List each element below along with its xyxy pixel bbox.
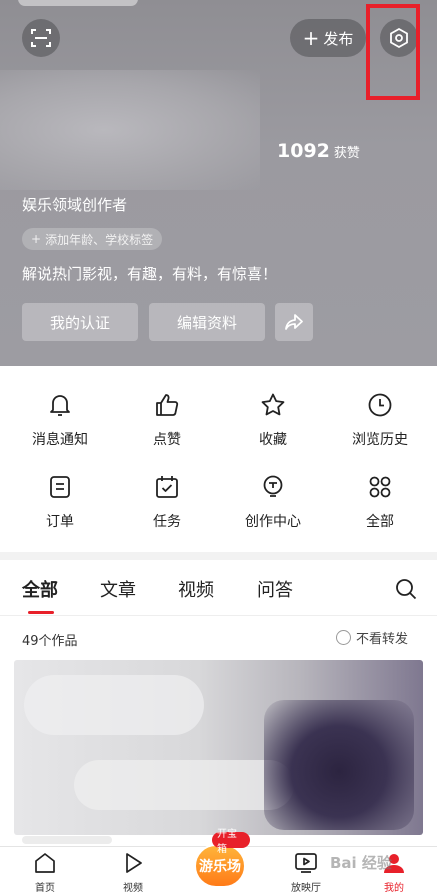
grid-item-creator-center[interactable]: 创作中心 [223, 472, 323, 531]
nav-label: 放映厅 [291, 883, 321, 894]
treasure-tag: 开宝箱 [212, 829, 250, 855]
grid-item-label: 消息通知 [32, 432, 88, 448]
blurred-text [24, 675, 204, 735]
quick-actions-grid: 消息通知 点赞 收藏 浏览历史 订单 任务 创作中心 全部 [0, 366, 437, 552]
search-icon[interactable] [394, 577, 418, 601]
nav-label: 首页 [35, 883, 55, 894]
bell-icon [45, 390, 75, 420]
edit-profile-button[interactable]: 编辑资料 [149, 303, 265, 341]
share-button[interactable] [275, 303, 313, 341]
tab-videos[interactable]: 视频 [178, 576, 214, 602]
tab-all[interactable]: 全部 [22, 576, 58, 602]
bulb-icon [258, 472, 288, 502]
no-repost-label: 不看转发 [356, 632, 409, 647]
tv-icon [293, 850, 319, 876]
likes-stat[interactable]: 1092 获赞 [277, 140, 360, 162]
no-repost-toggle[interactable]: 不看转发 [336, 628, 408, 647]
grid-item-notifications[interactable]: 消息通知 [10, 390, 110, 449]
profile-bio: 解说热门影视，有趣，有料，有惊喜！ [22, 265, 278, 283]
blurred-text [74, 760, 294, 810]
post-thumbnail [264, 700, 414, 830]
plus-icon: + [31, 232, 42, 246]
grid-item-tasks[interactable]: 任务 [117, 472, 217, 531]
likes-label: 获赞 [333, 146, 360, 161]
grid-item-likes[interactable]: 点赞 [117, 390, 217, 449]
home-icon [32, 850, 58, 876]
grid-item-label: 任务 [153, 514, 181, 530]
grid-item-all[interactable]: 全部 [330, 472, 430, 531]
watermark: Bai 经验 [330, 854, 392, 872]
order-icon [45, 472, 75, 502]
game-center-button[interactable]: 游乐场 开宝箱 [190, 829, 250, 888]
tab-articles[interactable]: 文章 [100, 576, 136, 602]
grid-icon [365, 472, 395, 502]
plus-icon: + [302, 26, 320, 50]
grid-item-label: 全部 [366, 514, 394, 530]
works-count: 49个作品 [22, 634, 78, 649]
status-bar [18, 0, 138, 6]
clock-icon [365, 390, 395, 420]
avatar-blurred[interactable] [0, 70, 260, 190]
grid-item-label: 浏览历史 [352, 432, 408, 448]
grid-item-orders[interactable]: 订单 [10, 472, 110, 531]
grid-item-label: 订单 [46, 514, 74, 530]
content-tabs: 全部 文章 视频 问答 [0, 560, 437, 616]
nav-label: 我的 [384, 883, 404, 894]
add-tag-chip[interactable]: + 添加年龄、学校标签 [22, 228, 163, 250]
nav-label: 视频 [123, 883, 143, 894]
grid-item-history[interactable]: 浏览历史 [330, 390, 430, 449]
scan-button[interactable] [22, 19, 60, 57]
thumbs-up-icon [152, 390, 182, 420]
blurred-read-count [22, 836, 112, 844]
settings-highlight-box [366, 4, 420, 100]
grid-item-label: 点赞 [153, 432, 181, 448]
calendar-check-icon [152, 472, 182, 502]
nav-theater[interactable]: 放映厅 [276, 850, 336, 894]
post-card-blurred[interactable] [14, 660, 423, 835]
tag-chip-label: 添加年龄、学校标签 [45, 232, 154, 247]
share-arrow-icon [285, 314, 303, 330]
section-divider [0, 552, 437, 560]
verify-button[interactable]: 我的认证 [22, 303, 138, 341]
publish-label: 发布 [323, 29, 354, 48]
nav-video[interactable]: 视频 [103, 850, 163, 894]
active-tab-indicator [28, 611, 54, 614]
creator-title: 娱乐领域创作者 [22, 196, 128, 214]
grid-item-favorites[interactable]: 收藏 [223, 390, 323, 449]
publish-button[interactable]: + 发布 [290, 19, 366, 57]
star-icon [258, 390, 288, 420]
tab-qa[interactable]: 问答 [257, 576, 293, 602]
grid-item-label: 收藏 [259, 432, 287, 448]
grid-item-label: 创作中心 [245, 514, 301, 530]
nav-home[interactable]: 首页 [15, 850, 75, 894]
likes-count: 1092 [277, 140, 330, 162]
play-icon [120, 850, 146, 876]
radio-icon[interactable] [336, 630, 351, 645]
scan-icon [31, 29, 51, 47]
profile-header: + 发布 1092 获赞 娱乐领域创作者 + 添加年龄、学校标签 解说热门影视，… [0, 0, 437, 366]
